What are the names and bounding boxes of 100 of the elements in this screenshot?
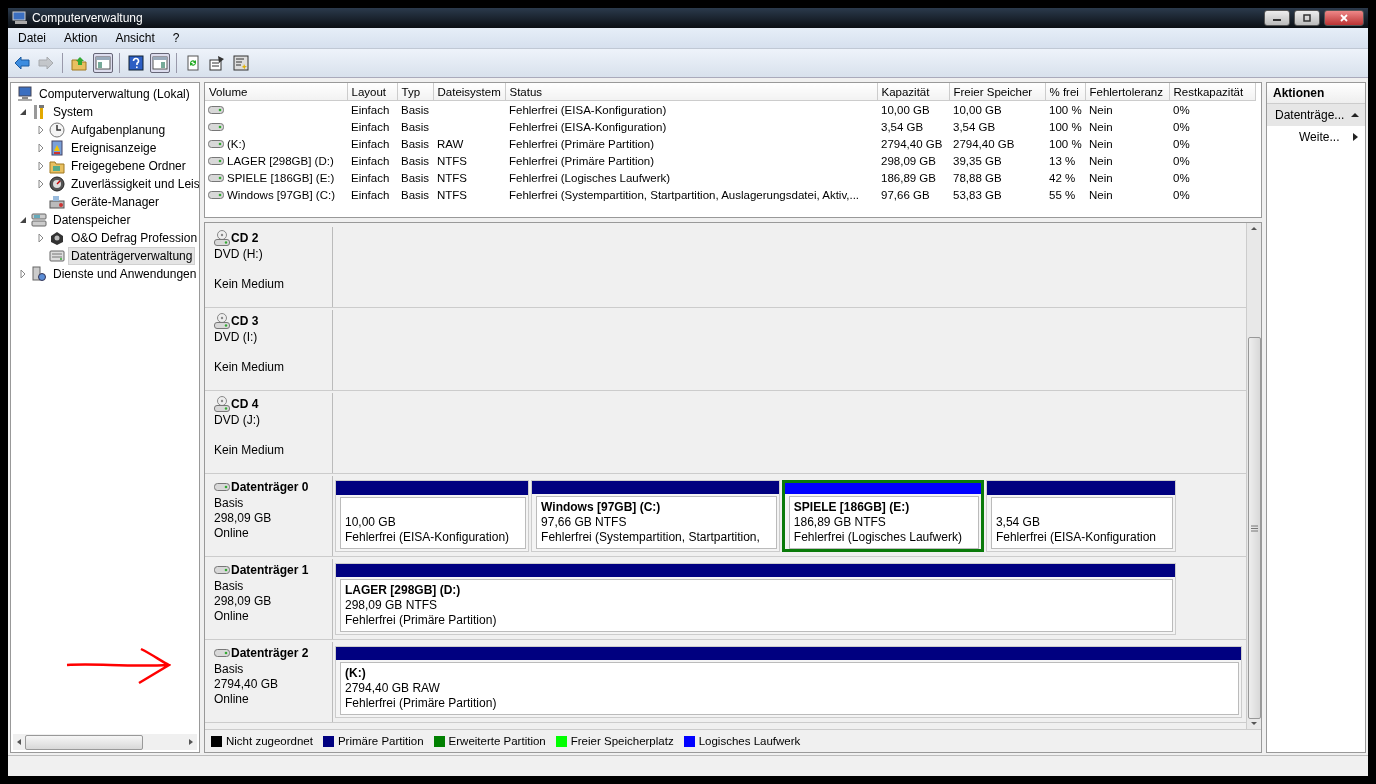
action-pane-button[interactable] <box>150 53 170 73</box>
partition-block[interactable]: (K:) 2794,40 GB RAW Fehlerfrei (Primäre Partition) <box>335 646 1242 718</box>
column-header[interactable]: Volume <box>205 83 347 101</box>
table-cell: 0% <box>1173 154 1190 167</box>
table-cell: 42 % <box>1049 171 1076 184</box>
table-cell: Basis <box>401 137 430 150</box>
close-button[interactable] <box>1324 10 1364 26</box>
legend-label: Logisches Laufwerk <box>698 735 801 747</box>
tree-item[interactable]: System <box>50 103 96 121</box>
drive-icon <box>208 155 224 166</box>
tree-item[interactable]: Geräte-Manager <box>68 193 163 211</box>
console-tree-button[interactable] <box>93 53 113 73</box>
table-cell: Einfach <box>351 137 390 150</box>
tree-item[interactable]: Datenträgerverwaltung <box>68 247 196 265</box>
help-button[interactable] <box>126 53 146 73</box>
disk-name: CD 4 <box>231 397 259 411</box>
disk-type: DVD (I:) <box>214 330 259 345</box>
table-cell: 53,83 GB <box>953 188 1002 201</box>
drive-icon <box>208 104 224 115</box>
action-item[interactable]: Weite... <box>1267 126 1365 148</box>
vertical-scrollbar[interactable] <box>1246 223 1261 729</box>
disk-name: Datenträger 1 <box>231 563 309 577</box>
clock-icon <box>49 122 65 138</box>
table-cell: 186,89 GB <box>881 171 936 184</box>
column-header[interactable]: Restkapazität <box>1169 83 1255 101</box>
partition-title: (K:) <box>345 666 367 681</box>
partition-size: 186,89 GB NTFS <box>793 515 887 530</box>
minimize-button[interactable] <box>1264 10 1290 26</box>
event-log-icon <box>49 140 65 156</box>
partition-block[interactable]: 3,54 GB Fehlerfrei (EISA-Konfiguration <box>985 480 1176 552</box>
table-cell: 55 % <box>1049 188 1076 201</box>
disk-size: 298,09 GB <box>214 511 273 526</box>
partition-block[interactable]: LAGER [298GB] (D:) 298,09 GB NTFS Fehlerfrei (Primäre Partition) <box>335 563 1176 635</box>
table-cell: Einfach <box>351 154 390 167</box>
column-header[interactable]: Status <box>505 83 877 101</box>
column-header[interactable]: % frei <box>1045 83 1085 101</box>
disk-name: Datenträger 0 <box>231 480 309 494</box>
partition-status: Fehlerfrei (Primäre Partition) <box>345 696 498 711</box>
table-cell: Nein <box>1089 120 1113 133</box>
gauge-icon <box>49 176 65 192</box>
partition-status: Fehlerfrei (EISA-Konfiguration) <box>345 530 511 545</box>
tree-item[interactable]: Ereignisanzeige <box>68 139 160 157</box>
column-header[interactable]: Typ <box>397 83 433 101</box>
partition-block[interactable]: Windows [97GB] (C:) 97,66 GB NTFS Fehlerfrei (Systempartition, Startpartition, <box>531 480 780 552</box>
cd-drive-icon <box>214 396 230 412</box>
partition-status: Fehlerfrei (Logisches Laufwerk) <box>793 530 963 545</box>
disk-name: Datenträger 2 <box>231 646 309 660</box>
column-header[interactable]: Dateisystem <box>433 83 505 101</box>
maximize-button[interactable] <box>1294 10 1320 26</box>
action-section[interactable]: Datenträge... <box>1267 104 1365 126</box>
partition-size: 3,54 GB <box>995 515 1041 530</box>
partition-status: Fehlerfrei (Primäre Partition) <box>345 613 498 628</box>
partition-size: 298,09 GB NTFS <box>345 598 439 613</box>
window-title: Computerverwaltung <box>32 11 143 25</box>
table-cell: NTFS <box>437 154 468 167</box>
table-cell: Windows [97GB] (C:) <box>227 188 335 201</box>
menu-item[interactable]: Ansicht <box>115 31 155 45</box>
table-cell: (K:) <box>227 137 246 150</box>
disk-name: CD 3 <box>231 314 259 328</box>
disk-status: Online <box>214 609 250 624</box>
cd-drive-icon <box>214 230 230 246</box>
column-header[interactable]: Kapazität <box>877 83 949 101</box>
disk-size: 298,09 GB <box>214 594 273 609</box>
column-header[interactable]: Freier Speicher <box>949 83 1045 101</box>
menu-item[interactable]: Datei <box>18 31 46 45</box>
close-icon <box>1339 14 1349 22</box>
menu-item[interactable]: ? <box>172 31 180 45</box>
tree-item[interactable]: Datenspeicher <box>50 211 134 229</box>
table-cell: SPIELE [186GB] (E:) <box>227 171 335 184</box>
column-header[interactable]: Fehlertoleranz <box>1085 83 1169 101</box>
table-cell: NTFS <box>437 171 468 184</box>
grip-icon <box>1250 524 1258 532</box>
table-cell: Basis <box>401 171 430 184</box>
table-cell: Fehlerfrei (EISA-Konfiguration) <box>509 103 667 116</box>
disk-type: Basis <box>214 579 245 594</box>
table-cell: 97,66 GB <box>881 188 930 201</box>
tree-item[interactable]: Computerverwaltung (Lokal) <box>36 85 193 103</box>
table-cell: Einfach <box>351 188 390 201</box>
tree-item[interactable]: Freigegebene Ordner <box>68 157 189 175</box>
table-cell: Einfach <box>351 103 390 116</box>
storage-icon <box>31 212 47 228</box>
column-header[interactable]: Layout <box>347 83 397 101</box>
tree-item[interactable]: O&O Defrag Profession <box>68 229 199 247</box>
tree-item[interactable]: Aufgabenplanung <box>68 121 169 139</box>
disk-status: Kein Medium <box>214 277 286 292</box>
partition-block[interactable]: 10,00 GB Fehlerfrei (EISA-Konfiguration) <box>335 480 530 552</box>
table-cell: 100 % <box>1049 137 1082 150</box>
partition-size: 97,66 GB NTFS <box>541 515 628 530</box>
disk-status: Online <box>214 692 250 707</box>
disk-type: DVD (H:) <box>214 247 264 262</box>
table-cell: 100 % <box>1049 103 1082 116</box>
partition-block[interactable]: SPIELE [186GB] (E:) 186,89 GB NTFS Fehlerfrei (Logisches Laufwerk) <box>781 480 984 552</box>
disk-type: Basis <box>214 662 245 677</box>
horizontal-scrollbar[interactable] <box>13 734 197 750</box>
partition-title: SPIELE [186GB] (E:) <box>793 500 911 515</box>
tree-item[interactable]: Zuverlässigkeit und Leis <box>68 175 199 193</box>
tree-item[interactable]: Dienste und Anwendungen <box>50 265 199 283</box>
drive-icon <box>214 482 230 492</box>
menu-item[interactable]: Aktion <box>64 31 98 45</box>
table-cell: Fehlerfrei (Primäre Partition) <box>509 137 655 150</box>
